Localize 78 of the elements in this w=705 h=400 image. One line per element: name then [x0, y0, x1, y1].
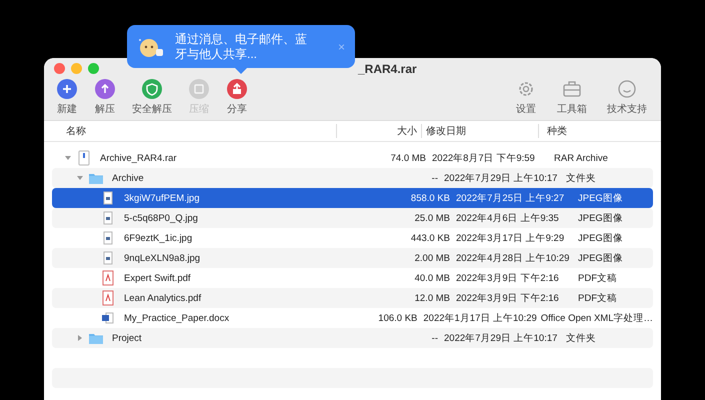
settings-button[interactable]: 设置	[507, 78, 545, 118]
modified-date: 2022年4月6日 上午9:35	[455, 212, 560, 224]
modified-date: 2022年3月9日 下午2:16	[455, 292, 560, 304]
file-row[interactable]: Archive_RAR4.rar 74.0 MB 2022年8月7日 下午9:59 RAR Archive	[52, 148, 653, 168]
shield-icon	[141, 78, 163, 100]
column-header[interactable]: 名称	[44, 124, 337, 138]
smiley-icon	[616, 78, 638, 100]
tooltip-text: 通过消息、电子邮件、蓝牙与他人共享...	[175, 32, 308, 62]
file-row[interactable]: 9nqLeXLN9a8.jpg 2.00 MB 2022年4月28日 上午10:29 JPEG图像	[52, 248, 653, 268]
minimize-window-button[interactable]	[71, 62, 82, 74]
file-size: 106.0 KB	[377, 312, 418, 324]
file-size: 74.0 MB	[390, 152, 426, 164]
expanded-arrow-icon[interactable]	[76, 174, 84, 182]
archive-icon	[188, 78, 210, 100]
document-icon	[100, 310, 116, 326]
file-size: 2.00 MB	[414, 252, 450, 264]
file-kind: 文件夹	[565, 172, 596, 184]
file-row[interactable]: Archive -- 2022年7月29日 上午10:17 文件夹	[52, 168, 653, 188]
pdf-file-icon	[100, 290, 116, 306]
file-kind: 文件夹	[565, 332, 596, 344]
shield-button[interactable]: 安全解压	[126, 78, 178, 118]
pdf-file-icon	[100, 270, 116, 286]
file-size: 25.0 MB	[414, 212, 450, 224]
modified-date: 2022年4月28日 上午10:29	[455, 252, 570, 264]
file-size: --	[430, 172, 438, 184]
file-kind: RAR Archive	[553, 152, 608, 164]
file-name: Archive	[112, 172, 144, 184]
expanded-arrow-icon[interactable]	[64, 154, 72, 162]
file-name: My_Practice_Paper.docx	[124, 312, 230, 324]
file-kind: PDF文稿	[577, 292, 617, 304]
file-row[interactable]: Project -- 2022年7月29日 上午10:17 文件夹	[52, 328, 653, 348]
extract-button[interactable]: 解压	[88, 78, 122, 118]
file-name: Lean Analytics.pdf	[124, 292, 202, 304]
file-size: 12.0 MB	[414, 292, 450, 304]
modified-date: 2022年7月25日 上午9:27	[455, 192, 566, 204]
file-row[interactable]: 3kgiW7ufPEM.jpg 858.0 KB 2022年7月25日 上午9:27 JPEG图像	[52, 188, 653, 208]
file-size: 443.0 KB	[410, 232, 450, 244]
file-name: 9nqLeXLN9a8.jpg	[124, 252, 200, 264]
plus-icon	[56, 78, 78, 100]
column-header[interactable]: 大小	[337, 124, 421, 138]
file-name: Project	[112, 332, 142, 344]
toolbox-button[interactable]: 工具箱	[549, 78, 595, 118]
modified-date: 2022年8月7日 下午9:59	[431, 152, 536, 164]
modified-date: 2022年3月17日 上午9:29	[455, 232, 566, 244]
zoom-window-button[interactable]	[88, 62, 99, 74]
file-kind: JPEG图像	[577, 252, 623, 264]
file-row[interactable]: 5-c5q68P0_Q.jpg 25.0 MB 2022年4月6日 上午9:35 JPEG图像	[52, 208, 653, 228]
column-header[interactable]: 修改日期	[421, 124, 539, 138]
file-kind: JPEG图像	[577, 212, 623, 224]
modified-date: 2022年7月29日 上午10:17	[443, 172, 558, 184]
file-kind: JPEG图像	[577, 232, 623, 244]
modified-date: 2022年1月17日 上午10:29	[422, 312, 537, 324]
file-kind: PDF文稿	[577, 272, 617, 284]
modified-date: 2022年7月29日 上午10:17	[443, 332, 558, 344]
file-name: Expert Swift.pdf	[124, 272, 191, 284]
share-icon	[226, 78, 248, 100]
file-size: 40.0 MB	[414, 272, 450, 284]
share-button[interactable]: 分享	[220, 78, 254, 118]
file-row[interactable]: Expert Swift.pdf 40.0 MB 2022年3月9日 下午2:16 PDF文稿	[52, 268, 653, 288]
file-kind: JPEG图像	[577, 192, 623, 204]
new-button[interactable]: 新建	[50, 78, 84, 118]
archive-file-icon	[76, 150, 92, 166]
file-name: 3kgiW7ufPEM.jpg	[124, 192, 200, 204]
file-size: 858.0 KB	[410, 192, 450, 204]
file-row[interactable]: Lean Analytics.pdf 12.0 MB 2022年3月9日 下午2:16 PDF文稿	[52, 288, 653, 308]
close-window-button[interactable]	[54, 62, 65, 74]
file-name: 5-c5q68P0_Q.jpg	[124, 212, 198, 224]
file-size: --	[430, 332, 438, 344]
file-kind: Office Open XML字处理…	[540, 312, 653, 324]
column-header[interactable]: 种类	[539, 124, 567, 138]
file-row[interactable]: 6F9eztK_1ic.jpg 443.0 KB 2022年3月17日 上午9:29 JPEG图像	[52, 228, 653, 248]
file-name: Archive_RAR4.rar	[100, 152, 177, 164]
modified-date: 2022年3月9日 下午2:16	[455, 272, 560, 284]
window-title: _RAR4.rar	[358, 62, 417, 76]
file-row[interactable]: My_Practice_Paper.docx 106.0 KB 2022年1月17日 上午10:29 Office Open XML字处理…	[52, 308, 653, 328]
smiley-button[interactable]: 技术支持	[599, 78, 655, 118]
file-name: 6F9eztK_1ic.jpg	[124, 232, 192, 244]
collapsed-arrow-icon[interactable]	[76, 334, 84, 342]
